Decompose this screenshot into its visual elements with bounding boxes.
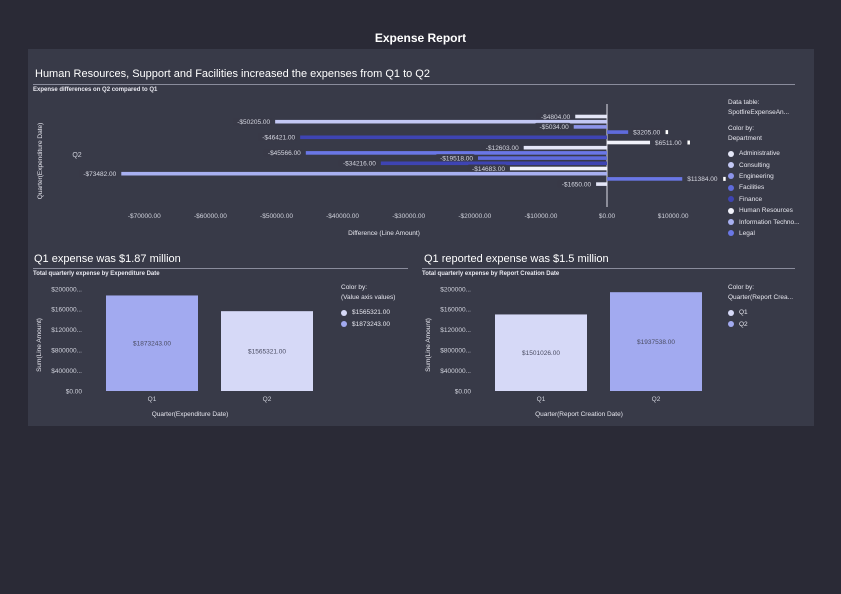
y-tick-label: $200000... xyxy=(51,286,82,293)
bar-value-label: -$46421.00 xyxy=(262,135,295,142)
bar-value-label: -$5034.00 xyxy=(539,124,569,131)
expense-bar xyxy=(607,177,683,181)
y-tick-label: $200000... xyxy=(440,286,471,293)
x-tick-label: Q1 xyxy=(148,396,157,403)
y-axis-title: Sum(Line Amount) xyxy=(425,318,432,372)
bar-value-label: $1565321.00 xyxy=(248,348,286,355)
y-axis-title: Sum(Line Amount) xyxy=(36,318,43,372)
x-tick-label: Q2 xyxy=(263,396,272,403)
bar-label-marker xyxy=(723,176,726,181)
expense-bar xyxy=(607,130,629,134)
x-axis-title: Quarter(Expenditure Date) xyxy=(152,411,229,418)
y-tick-label: $120000... xyxy=(51,327,82,334)
y-tick-label: $800000... xyxy=(51,348,82,355)
y-tick-label: $160000... xyxy=(440,307,471,314)
charts-canvas: -$4804.00 -$50205.00 -$5034.00 $3205.00 -$46… xyxy=(36,104,726,418)
x-tick-label: Q2 xyxy=(652,396,661,403)
x-tick-label: -$20000.00 xyxy=(458,213,491,220)
x-tick-label: Q1 xyxy=(537,396,546,403)
expense-bar xyxy=(121,171,607,176)
y-axis-title: Quarter(Expenditure Date) xyxy=(37,123,44,200)
expense-bar xyxy=(477,156,607,160)
expense-bar xyxy=(607,140,651,145)
x-tick-label: -$70000.00 xyxy=(128,213,161,220)
x-tick-label: -$60000.00 xyxy=(194,213,227,220)
x-axis-title: Difference (Line Amount) xyxy=(348,230,420,237)
bar-value-label: $1501026.00 xyxy=(522,350,560,357)
bar-value-label: $6511.00 xyxy=(655,140,682,147)
bar-value-label: -$45566.00 xyxy=(268,150,301,157)
expense-bar xyxy=(596,182,607,186)
bar-value-label: -$14683.00 xyxy=(472,166,505,173)
y-tick-label: $160000... xyxy=(51,307,82,314)
bar-value-label: -$19518.00 xyxy=(440,155,473,162)
bar-value-label: -$1650.00 xyxy=(562,181,592,188)
y-tick-label: $400000... xyxy=(440,368,471,375)
bar-value-label: $1937538.00 xyxy=(637,339,675,346)
bar-label-marker xyxy=(687,140,690,145)
y-category-label: Q2 xyxy=(72,152,81,159)
bar-value-label: $1873243.00 xyxy=(133,341,171,348)
x-tick-label: -$10000.00 xyxy=(524,213,557,220)
bar-value-label: -$4804.00 xyxy=(541,114,571,121)
expense-bar xyxy=(300,135,607,140)
y-tick-label: $0.00 xyxy=(66,388,83,395)
y-tick-label: $400000... xyxy=(51,368,82,375)
y-tick-label: $0.00 xyxy=(455,388,472,395)
bar-value-label: $11384.00 xyxy=(687,176,718,183)
expense-bar xyxy=(523,145,607,150)
expense-bar xyxy=(575,114,607,119)
bar-label-marker xyxy=(665,130,669,135)
expense-bar xyxy=(573,125,607,129)
x-tick-label: $0.00 xyxy=(599,213,616,220)
y-tick-label: $120000... xyxy=(440,327,471,334)
bar-value-label: -$34216.00 xyxy=(343,161,376,168)
x-tick-label: $10000.00 xyxy=(658,213,689,220)
bar-value-label: -$50205.00 xyxy=(237,119,270,126)
x-axis-title: Quarter(Report Creation Date) xyxy=(535,411,623,418)
bar-value-label: -$12603.00 xyxy=(486,145,519,152)
bar-value-label: -$73482.00 xyxy=(83,171,116,178)
bar-value-label: $3205.00 xyxy=(633,129,660,136)
y-tick-label: $800000... xyxy=(440,348,471,355)
x-tick-label: -$30000.00 xyxy=(392,213,425,220)
x-tick-label: -$50000.00 xyxy=(260,213,293,220)
x-tick-label: -$40000.00 xyxy=(326,213,359,220)
expense-bar xyxy=(509,166,607,171)
